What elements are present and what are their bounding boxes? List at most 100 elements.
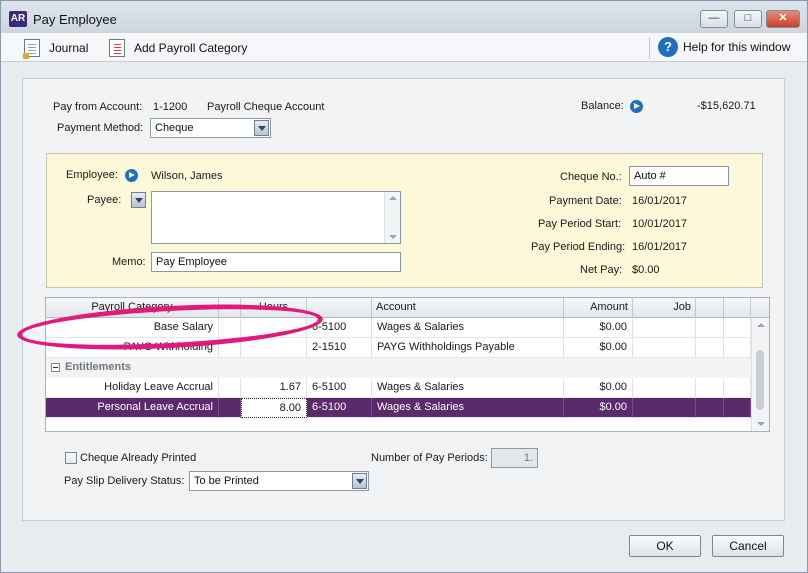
row-job[interactable]: [633, 318, 696, 338]
grid-header: Payroll Category Hours Account Amount Jo…: [46, 298, 769, 318]
maximize-button[interactable]: □: [734, 10, 762, 28]
col-hours[interactable]: Hours: [241, 298, 307, 318]
row-job[interactable]: [633, 398, 696, 418]
row-blank: [219, 318, 241, 338]
main-panel: Pay from Account: 1-1200 Payroll Cheque …: [22, 78, 785, 521]
cheque-no-value: Auto #: [634, 170, 666, 182]
col-job[interactable]: Job: [633, 298, 696, 318]
scroll-up-icon[interactable]: [757, 323, 765, 327]
pay-slip-value: To be Printed: [194, 475, 259, 487]
payment-method-value: Cheque: [155, 122, 194, 134]
window-title: Pay Employee: [33, 12, 117, 27]
add-payroll-category-button[interactable]: Add Payroll Category: [109, 39, 247, 57]
chevron-down-icon[interactable]: [352, 473, 367, 489]
row-blank: [724, 398, 751, 418]
balance-arrow-icon[interactable]: [630, 100, 643, 113]
payment-date-label: Payment Date:: [549, 195, 622, 207]
title-bar: AR Pay Employee — □ ✕: [1, 1, 807, 33]
app-logo-icon: AR: [9, 11, 27, 27]
journal-icon: [23, 39, 40, 59]
help-icon: ?: [658, 37, 678, 57]
row-amount[interactable]: $0.00: [564, 378, 633, 398]
row-hours[interactable]: [241, 338, 307, 358]
journal-button[interactable]: Journal: [23, 39, 88, 59]
section-label: Entitlements: [65, 361, 132, 373]
row-blank: [219, 378, 241, 398]
col-account[interactable]: Account: [372, 298, 564, 318]
memo-field[interactable]: Pay Employee: [151, 252, 401, 272]
scroll-down-icon[interactable]: [757, 422, 765, 426]
row-job[interactable]: [633, 378, 696, 398]
row-account-number[interactable]: 6-5100: [307, 378, 372, 398]
row-account: PAYG Withholdings Payable: [372, 338, 564, 358]
row-amount[interactable]: $0.00: [564, 398, 633, 418]
help-button[interactable]: ? Help for this window: [658, 37, 790, 57]
num-periods-field: 1.: [491, 448, 538, 468]
col-amount[interactable]: Amount: [564, 298, 633, 318]
cheque-printed-checkbox[interactable]: [65, 452, 77, 464]
add-payroll-category-label: Add Payroll Category: [134, 41, 248, 55]
row-blank: [219, 338, 241, 358]
employee-arrow-icon[interactable]: [125, 169, 138, 182]
payee-label: Payee:: [87, 194, 122, 206]
grid-scrollbar[interactable]: [751, 318, 769, 431]
row-blank: [696, 338, 724, 358]
memo-value: Pay Employee: [156, 256, 227, 268]
pay-period-start-value[interactable]: 10/01/2017: [632, 218, 687, 230]
payment-method-select[interactable]: Cheque: [150, 118, 271, 138]
pay-from-account-number[interactable]: 1-1200: [153, 101, 187, 113]
pay-slip-label: Pay Slip Delivery Status:: [64, 475, 185, 487]
row-amount[interactable]: $0.00: [564, 318, 633, 338]
toolbar: Journal Add Payroll Category ? Help for …: [1, 33, 807, 62]
balance-label: Balance:: [581, 100, 624, 112]
balance-value: -$15,620.71: [697, 100, 756, 112]
row-hours[interactable]: [241, 318, 307, 338]
col-payroll-category[interactable]: Payroll Category: [46, 298, 219, 318]
row-account-number[interactable]: 6-5100: [307, 398, 372, 418]
cheque-no-label: Cheque No.:: [560, 171, 622, 183]
pay-slip-select[interactable]: To be Printed: [189, 471, 369, 491]
minimize-button[interactable]: —: [700, 10, 728, 28]
collapse-icon[interactable]: [51, 363, 60, 372]
row-amount[interactable]: $0.00: [564, 338, 633, 358]
row-job[interactable]: [633, 338, 696, 358]
row-account: Wages & Salaries: [372, 398, 564, 418]
row-blank: [696, 318, 724, 338]
table-row-selected[interactable]: Personal Leave Accrual 8.00 6-5100 Wages…: [46, 398, 769, 418]
row-hours[interactable]: 1.67: [241, 378, 307, 398]
row-account-number[interactable]: 2-1510: [307, 338, 372, 358]
row-category: PAYG Withholding: [46, 338, 219, 358]
employee-label: Employee:: [66, 169, 118, 181]
row-account-number[interactable]: 6-5100: [307, 318, 372, 338]
table-row[interactable]: Holiday Leave Accrual 1.67 6-5100 Wages …: [46, 378, 769, 398]
close-button[interactable]: ✕: [766, 10, 800, 28]
table-row[interactable]: Base Salary 6-5100 Wages & Salaries $0.0…: [46, 318, 769, 338]
row-hours-input[interactable]: 8.00: [241, 398, 307, 418]
col-blank-1: [219, 298, 241, 318]
scroll-thumb[interactable]: [756, 350, 764, 410]
table-row[interactable]: PAYG Withholding 2-1510 PAYG Withholding…: [46, 338, 769, 358]
ok-button[interactable]: OK: [629, 535, 701, 557]
num-periods-value: 1.: [523, 452, 533, 464]
payee-chevron-down-icon[interactable]: [131, 192, 146, 208]
col-blank-3: [724, 298, 751, 318]
chevron-down-icon[interactable]: [254, 120, 269, 136]
row-category: Base Salary: [46, 318, 219, 338]
employee-details-box: Employee: Wilson, James Payee: Memo: Pay…: [46, 153, 763, 288]
col-account-number: [307, 298, 372, 318]
pay-employee-window: AR Pay Employee — □ ✕ Journal Add Payrol…: [0, 0, 808, 573]
payment-date-value[interactable]: 16/01/2017: [632, 195, 687, 207]
pay-period-ending-value[interactable]: 16/01/2017: [632, 241, 687, 253]
pay-period-start-label: Pay Period Start:: [538, 218, 622, 230]
cheque-no-field[interactable]: Auto #: [629, 166, 729, 186]
entitlements-section[interactable]: Entitlements: [46, 358, 751, 378]
row-blank: [724, 338, 751, 358]
payee-textarea[interactable]: [151, 191, 401, 244]
payee-scrollbar[interactable]: [384, 192, 400, 243]
cancel-button[interactable]: Cancel: [712, 535, 784, 557]
col-blank-2: [696, 298, 724, 318]
net-pay-value: $0.00: [632, 264, 660, 276]
row-blank: [696, 378, 724, 398]
employee-value[interactable]: Wilson, James: [151, 170, 223, 182]
net-pay-label: Net Pay:: [580, 264, 623, 276]
